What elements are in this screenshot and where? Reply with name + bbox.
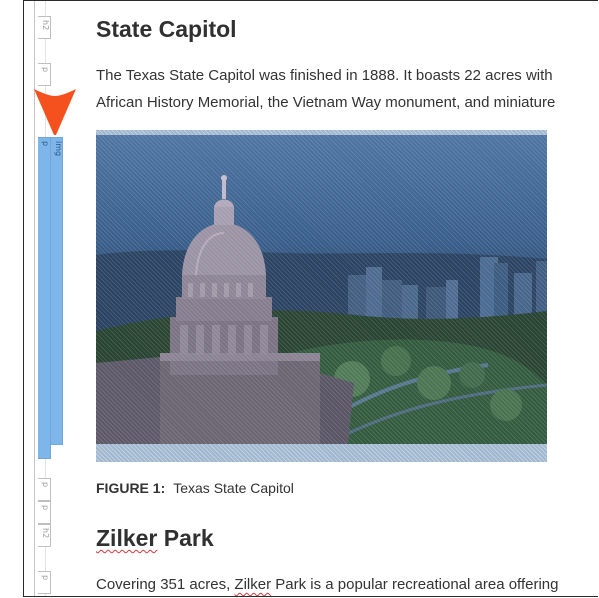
capitol-image[interactable] xyxy=(96,135,547,444)
gutter-tag-p-2[interactable]: p xyxy=(38,478,51,501)
gutter-tag-p-3[interactable]: p xyxy=(38,501,51,524)
gutter-tag-label: h2 xyxy=(41,528,50,539)
figure-caption[interactable]: FIGURE 1: Texas State Capitol xyxy=(96,480,294,496)
paragraph-text: Covering 351 acres, xyxy=(96,576,235,593)
paragraph-line: The Texas State Capitol was finished in … xyxy=(96,67,553,84)
figure-caption-text: Texas State Capitol xyxy=(173,480,294,496)
figure-caption-label: FIGURE 1: xyxy=(96,480,166,496)
capitol-photo-illustration xyxy=(96,175,547,444)
document-content[interactable]: State Capitol The Texas State Capitol wa… xyxy=(96,1,598,596)
gutter-tag-p-4[interactable]: p xyxy=(38,571,51,594)
gutter-tag-h2-1[interactable]: h2 xyxy=(38,16,51,39)
paragraph-zilker-park[interactable]: Covering 351 acres, Zilker Park is a pop… xyxy=(96,571,598,596)
heading-text: Park xyxy=(157,525,214,551)
gutter-tag-label: p xyxy=(41,575,50,581)
gutter-tag-label: p xyxy=(41,67,50,73)
section-heading-zilker-park[interactable]: Zilker Park xyxy=(96,524,214,552)
gutter-tag-img-selected[interactable]: img xyxy=(51,137,63,445)
section-heading-state-capitol[interactable]: State Capitol xyxy=(96,15,237,43)
gutter-tag-p-selected[interactable]: p xyxy=(38,137,51,459)
gutter-tag-label: p xyxy=(41,505,50,511)
gutter-tag-label: img xyxy=(54,141,63,157)
gutter-tag-p-1[interactable]: p xyxy=(38,63,51,86)
spellcheck-word[interactable]: Zilker xyxy=(96,525,157,551)
gutter-tag-h2-2[interactable]: h2 xyxy=(38,524,51,547)
gutter-tag-label: p xyxy=(41,141,50,147)
paragraph-text: Park is a popular recreational area offe… xyxy=(271,576,559,593)
paragraph-state-capitol[interactable]: The Texas State Capitol was finished in … xyxy=(96,62,598,116)
editor-frame: h2 p p img p p h2 p State Capitol The Te… xyxy=(23,0,598,597)
drop-indicator-arrow-icon xyxy=(34,89,76,135)
gutter-tag-label: h2 xyxy=(41,20,50,31)
gutter-tag-label: p xyxy=(41,482,50,488)
spellcheck-word[interactable]: Zilker xyxy=(234,576,271,593)
paragraph-line: African History Memorial, the Vietnam Wa… xyxy=(96,94,556,111)
